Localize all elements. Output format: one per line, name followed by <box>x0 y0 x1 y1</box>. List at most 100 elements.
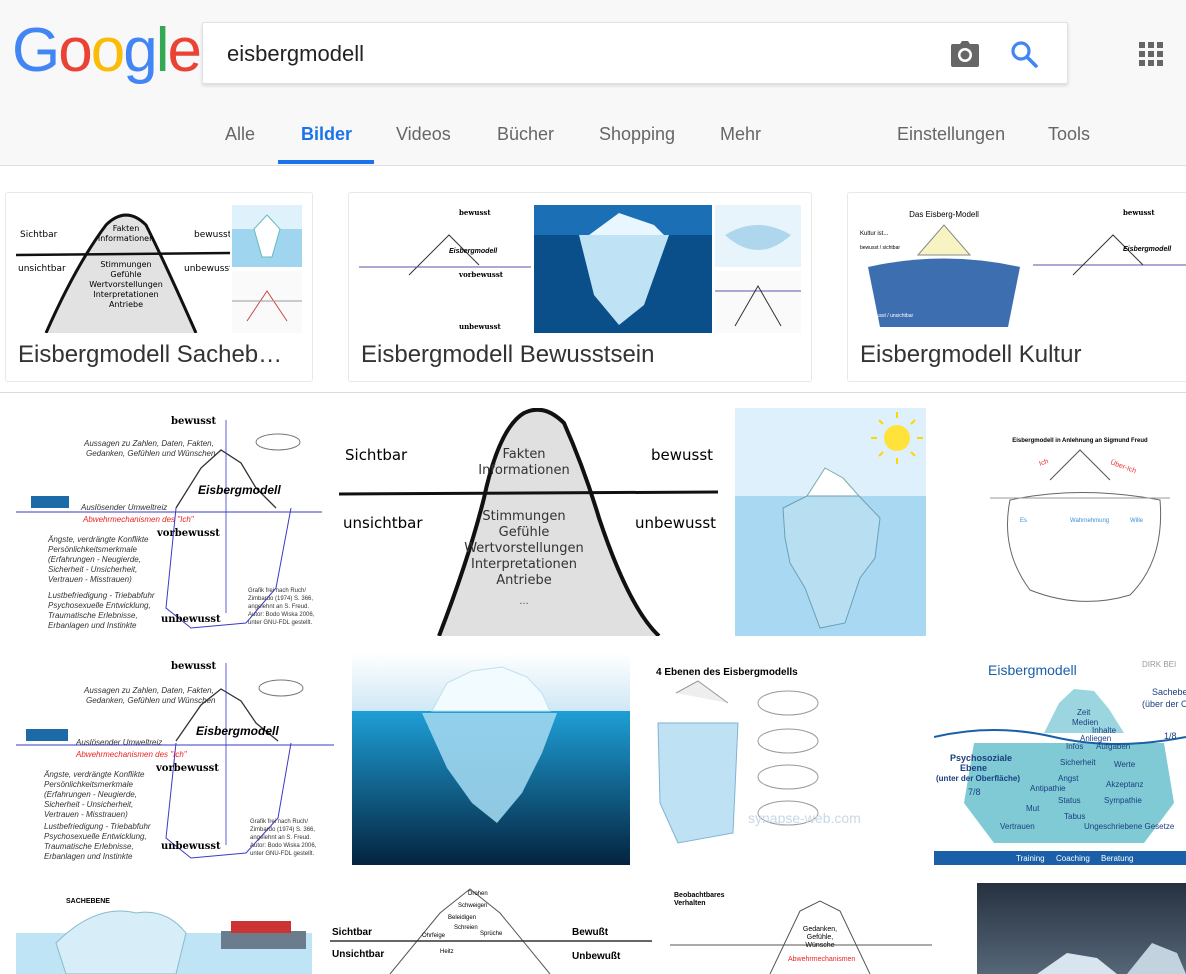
search-tabs: Alle Bilder Videos Bücher Shopping Mehr … <box>0 104 1186 166</box>
img-text: unsichtbar <box>343 514 423 532</box>
image-result[interactable]: 4 Ebenen des Eisbergmodells synapse-web.… <box>648 653 918 865</box>
img-text: Akzeptanz <box>1106 780 1143 789</box>
img-text: (Erfahrungen - Neugierde, <box>48 555 141 564</box>
image-result[interactable] <box>352 653 630 865</box>
img-text: Eisbergmodell <box>1123 246 1172 253</box>
img-text: vorbewusst <box>458 270 504 279</box>
img-text: bewusst <box>651 446 713 464</box>
img-text: Autor: Bodo Wiska 2006, <box>250 843 317 849</box>
img-text: Gefühle <box>110 270 141 279</box>
related-card-bewusstsein[interactable]: bewusst vorbewusst unbewusst Eisbergmode… <box>348 192 812 382</box>
img-text: Status <box>1058 796 1081 805</box>
image-result[interactable]: Eisbergmodell DIRK BEI Sachebene (über d… <box>934 653 1186 865</box>
img-text: bewusst / sichtbar <box>860 245 900 251</box>
img-text: unbewusst / unsichtbar <box>862 313 913 319</box>
img-text: Psychosoziale <box>950 753 1012 763</box>
img-text: Infos <box>1066 742 1083 751</box>
img-text: vorbewusst <box>155 763 219 774</box>
img-text: Stimmungen <box>100 260 151 269</box>
image-result[interactable]: bewusst vorbewusst unbewusst Eisbergmode… <box>16 408 322 636</box>
tab-shopping[interactable]: Shopping <box>599 124 675 145</box>
svg-text:Ich: Ich <box>1038 458 1049 468</box>
img-text: Vertrauen - Misstrauen) <box>48 575 132 584</box>
tab-alle[interactable]: Alle <box>225 124 255 145</box>
img-text: Sicherheit <box>1060 758 1096 767</box>
svg-text:Wille: Wille <box>1130 518 1144 524</box>
tab-einstellungen[interactable]: Einstellungen <box>897 124 1005 145</box>
image-result[interactable]: Eisbergmodell in Anlehnung an Sigmund Fr… <box>990 430 1170 610</box>
img-text: Tabus <box>1064 812 1085 821</box>
img-text: Eisbergmodell <box>988 662 1077 678</box>
image-result[interactable] <box>735 408 926 636</box>
image-result[interactable]: bewusst vorbewusst unbewusst Eisbergmode… <box>16 653 334 865</box>
related-thumb-main: bewusst Eisbergmodell <box>1033 205 1186 333</box>
img-text: Psychosexuelle Entwicklung, <box>44 832 147 841</box>
img-text: Sicherheit - Unsicherheit, <box>44 800 133 809</box>
img-text: Ebene <box>960 763 987 773</box>
img-text: Auslösender Umweltreiz <box>80 503 167 512</box>
logo-letter: l <box>155 16 170 85</box>
related-card-sachebene[interactable]: Sichtbar unsichtbar bewusst unbewusst Fa… <box>5 192 313 382</box>
img-text: Informationen <box>98 234 154 243</box>
tab-videos[interactable]: Videos <box>396 124 451 145</box>
tab-mehr[interactable]: Mehr <box>720 124 761 145</box>
tab-tools[interactable]: Tools <box>1048 124 1090 145</box>
related-thumb-small <box>715 271 801 333</box>
img-text: Abwehrmechanismen des "Ich" <box>82 515 195 524</box>
apps-grid-icon[interactable] <box>1139 42 1163 66</box>
img-text: Unsichtbar <box>332 949 384 960</box>
img-text: Traumatische Erlebnisse, <box>48 611 138 620</box>
img-text: Vertrauen - Misstrauen) <box>44 810 128 819</box>
img-text: bewusst <box>194 230 230 240</box>
img-text: bewusst <box>171 416 216 427</box>
img-text: 7/8 <box>968 787 981 797</box>
img-text: Unbewußt <box>572 951 621 962</box>
img-text: Grafik frei nach Ruch/ <box>248 588 306 594</box>
svg-text:Es: Es <box>1020 518 1027 524</box>
image-result[interactable]: Sichtbar Unsichtbar Bewußt Unbewußt Droh… <box>330 883 652 974</box>
img-text: Aussagen zu Zahlen, Daten, Fakten, <box>83 439 214 448</box>
img-text: Aussagen zu Zahlen, Daten, Fakten, <box>83 686 214 695</box>
img-text: Ungeschriebene Gesetze <box>1084 822 1175 831</box>
img-text: Abwehrmechanismen <box>788 956 855 963</box>
img-text: Zeit <box>1077 708 1091 717</box>
img-text: Sichtbar <box>345 446 408 464</box>
img-text: Fakten <box>113 224 140 233</box>
camera-icon[interactable] <box>951 41 979 67</box>
img-text: Antriebe <box>109 300 143 309</box>
google-logo[interactable]: Google <box>12 16 202 85</box>
img-text: Coaching <box>1056 854 1090 863</box>
related-thumb-small <box>232 205 302 267</box>
logo-letter: o <box>90 16 126 85</box>
img-text: Interpretationen <box>471 557 577 572</box>
image-result[interactable] <box>977 883 1186 974</box>
img-text: Wertvorstellungen <box>89 280 163 289</box>
image-result[interactable]: Beobachtbares Verhalten Gedanken, Gefühl… <box>670 883 932 974</box>
img-text: bewusst <box>459 208 491 217</box>
tab-buecher[interactable]: Bücher <box>497 124 554 145</box>
related-card-kultur[interactable]: Das Eisberg-Modell Kultur ist... bewusst… <box>847 192 1186 382</box>
related-thumb-main <box>534 205 712 333</box>
logo-letter: o <box>58 16 93 85</box>
image-result[interactable]: SACHEBENE <box>16 883 312 974</box>
img-text: Autor: Bodo Wiska 2006, <box>248 612 315 618</box>
img-text: Schreien <box>454 925 478 931</box>
search-icon[interactable] <box>1009 39 1039 69</box>
search-input[interactable] <box>227 38 927 70</box>
img-text: Grafik frei nach Ruch/ <box>250 819 308 825</box>
img-text: Vertrauen <box>1000 822 1035 831</box>
img-text: Sympathie <box>1104 796 1142 805</box>
related-searches: Sichtbar unsichtbar bewusst unbewusst Fa… <box>0 192 1186 382</box>
img-text: Ängste, verdrängte Konflikte <box>43 770 145 779</box>
img-text: Lustbefriedigung - Triebabfuhr <box>44 822 151 831</box>
related-thumb-small <box>232 271 302 333</box>
img-text: 1/8 <box>1164 731 1177 741</box>
img-text: Wertvorstellungen <box>464 541 584 556</box>
tab-bilder[interactable]: Bilder <box>301 124 352 145</box>
img-text: unbewusst <box>161 614 221 625</box>
image-result[interactable]: Sichtbar unsichtbar bewusst unbewusst Fa… <box>339 408 718 636</box>
img-text: bewusst <box>1123 208 1155 217</box>
img-text: unter GNU-FDL gestellt. <box>250 851 314 857</box>
img-text: Stimmungen <box>482 509 565 524</box>
logo-letter: G <box>12 16 60 85</box>
